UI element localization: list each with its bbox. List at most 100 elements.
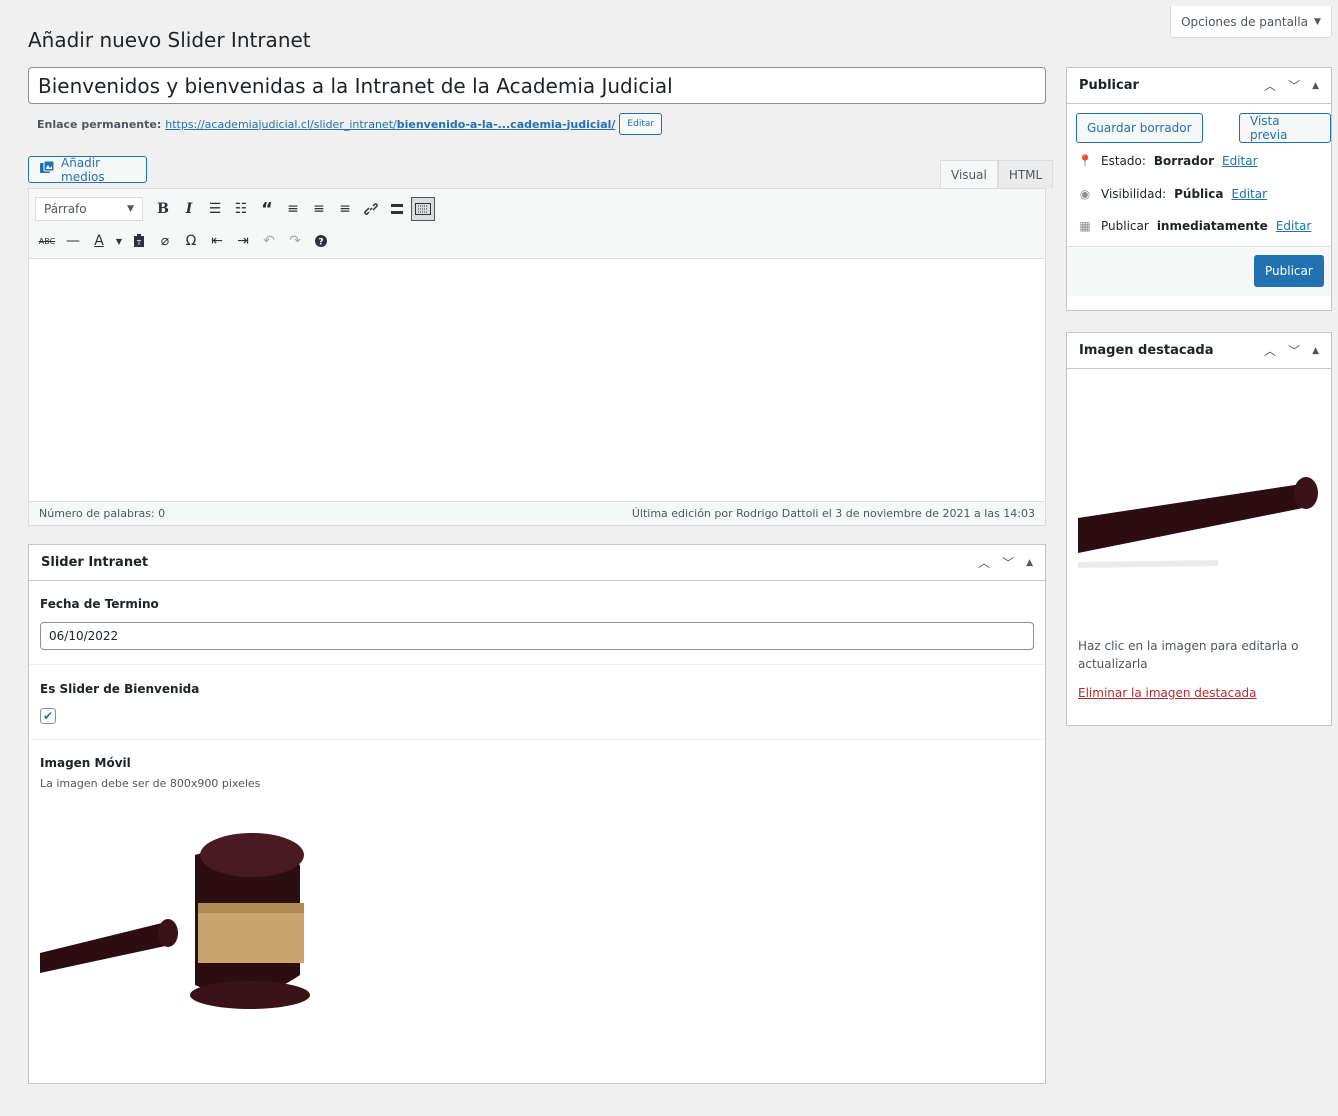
indent-icon[interactable]: ⇥	[231, 229, 255, 253]
permalink-label: Enlace permanente:	[37, 117, 162, 131]
toggle-panel-icon[interactable]: ▲	[1312, 346, 1319, 356]
toggle-panel-icon[interactable]: ▲	[1312, 81, 1319, 91]
screen-options-button[interactable]: Opciones de pantalla ▼	[1170, 6, 1332, 38]
page-title: Añadir nuevo Slider Intranet	[28, 28, 311, 52]
status-row: 📍 Estado: Borrador Editar	[1077, 154, 1258, 168]
svg-text:?: ?	[318, 238, 323, 248]
caret-down-icon[interactable]: ▼	[113, 229, 125, 253]
toggle-panel-icon[interactable]: ▲	[1026, 558, 1033, 568]
editor-tabs: Visual HTML	[940, 160, 1054, 188]
format-select[interactable]: Párrafo ▼	[35, 197, 143, 221]
move-down-icon[interactable]: ﹀	[1002, 554, 1014, 571]
screen-options-label: Opciones de pantalla	[1181, 14, 1308, 29]
box-handles: ︿ ﹀ ▲	[1264, 342, 1319, 359]
align-right-icon[interactable]: ≡	[333, 197, 357, 221]
box-handles: ︿ ﹀ ▲	[1264, 77, 1319, 94]
move-up-icon[interactable]: ︿	[1264, 342, 1276, 359]
visibility-label: Visibilidad:	[1101, 187, 1167, 201]
link-icon[interactable]	[359, 197, 383, 221]
permalink-prefix: https://academiajudicial.cl/slider_intra…	[165, 117, 397, 131]
toolbar-row-2: ABC — A ▼ T ⌀ Ω ⇤ ⇥ ↶ ↷ ?	[35, 228, 333, 254]
tab-visual[interactable]: Visual	[940, 160, 998, 188]
mobile-image-gavel[interactable]	[40, 825, 328, 1021]
toolbar-toggle-icon[interactable]	[411, 197, 435, 221]
featured-image-help: Haz clic en la imagen para editarla o ac…	[1078, 639, 1299, 671]
add-media-button[interactable]: Añadir medios	[28, 155, 147, 184]
calendar-icon: ▦	[1079, 219, 1091, 233]
permalink-edit-button[interactable]: Editar	[619, 113, 663, 135]
eye-icon: ◉	[1079, 187, 1091, 201]
visibility-value: Pública	[1174, 187, 1224, 201]
bullet-list-icon[interactable]: ☰	[203, 197, 227, 221]
last-edit: Última edición por Rodrigo Dattoli el 3 …	[631, 507, 1035, 520]
text-color-icon[interactable]: A	[87, 229, 111, 253]
blockquote-icon[interactable]: “	[255, 197, 279, 221]
numbered-list-icon[interactable]: ☷	[229, 197, 253, 221]
remove-featured-image-link[interactable]: Eliminar la imagen destacada	[1078, 686, 1257, 700]
featured-image-box: Imagen destacada ︿ ﹀ ▲ Haz clic en la im…	[1066, 332, 1332, 726]
svg-text:T: T	[136, 239, 142, 247]
schedule-value: inmediatamente	[1156, 219, 1268, 233]
toolbar-row-1: Párrafo ▼ B I ☰ ☷ “ ≡ ≡ ≡	[35, 196, 435, 222]
redo-icon[interactable]: ↷	[283, 229, 307, 253]
strikethrough-icon[interactable]: ABC	[35, 229, 59, 253]
move-up-icon[interactable]: ︿	[978, 554, 990, 571]
featured-image-header: Imagen destacada ︿ ﹀ ▲	[1067, 333, 1331, 369]
outdent-icon[interactable]: ⇤	[205, 229, 229, 253]
pin-icon: 📍	[1077, 154, 1093, 168]
divider	[29, 664, 1045, 665]
move-down-icon[interactable]: ﹀	[1288, 342, 1300, 359]
italic-icon[interactable]: I	[177, 197, 201, 221]
end-date-input[interactable]: 06/10/2022	[40, 622, 1034, 650]
permalink-slug: bienvenido-a-la-...cademia-judicial/	[396, 117, 616, 131]
welcome-slider-label: Es Slider de Bienvenida	[40, 682, 200, 696]
schedule-edit-link[interactable]: Editar	[1276, 219, 1312, 233]
status-edit-link[interactable]: Editar	[1222, 154, 1258, 168]
preview-button[interactable]: Vista previa	[1239, 113, 1331, 143]
content-editor: Párrafo ▼ B I ☰ ☷ “ ≡ ≡ ≡ ABC — A ▼ T ⌀ …	[28, 188, 1046, 526]
paste-text-icon[interactable]: T	[127, 229, 151, 253]
editor-body[interactable]	[29, 259, 1045, 501]
caret-down-icon: ▼	[127, 204, 134, 214]
featured-image-preview[interactable]	[1077, 403, 1322, 603]
add-media-label: Añadir medios	[61, 155, 105, 184]
mobile-image-help: La imagen debe ser de 800x900 pixeles	[40, 777, 261, 790]
publish-button[interactable]: Publicar	[1254, 255, 1324, 287]
align-left-icon[interactable]: ≡	[281, 197, 305, 221]
permalink-link[interactable]: https://academiajudicial.cl/slider_intra…	[165, 118, 615, 131]
help-icon[interactable]: ?	[309, 229, 333, 253]
editor-toolbar: Párrafo ▼ B I ☰ ☷ “ ≡ ≡ ≡ ABC — A ▼ T ⌀ …	[29, 189, 1045, 259]
horizontal-line-icon[interactable]: —	[61, 229, 85, 253]
post-title-input[interactable]: Bienvenidos y bienvenidas a la Intranet …	[28, 67, 1046, 104]
slider-intranet-box: Slider Intranet ︿ ﹀ ▲ Fecha de Termino 0…	[28, 544, 1046, 1084]
word-count: Número de palabras: 0	[39, 507, 166, 520]
end-date-label: Fecha de Termino	[40, 597, 159, 611]
tab-html[interactable]: HTML	[997, 160, 1054, 188]
format-select-value: Párrafo	[44, 202, 87, 216]
special-character-icon[interactable]: Ω	[179, 229, 203, 253]
undo-icon[interactable]: ↶	[257, 229, 281, 253]
visibility-edit-link[interactable]: Editar	[1232, 187, 1268, 201]
move-down-icon[interactable]: ﹀	[1288, 77, 1300, 94]
move-up-icon[interactable]: ︿	[1264, 77, 1276, 94]
read-more-icon[interactable]	[385, 197, 409, 221]
schedule-label: Publicar	[1101, 219, 1149, 233]
caret-down-icon: ▼	[1313, 16, 1321, 27]
publish-box: Publicar ︿ ﹀ ▲ Guardar borrador Vista pr…	[1066, 67, 1332, 311]
media-icon	[39, 160, 55, 179]
clear-formatting-icon[interactable]: ⌀	[153, 229, 177, 253]
featured-image-title: Imagen destacada	[1079, 343, 1214, 358]
bold-icon[interactable]: B	[151, 197, 175, 221]
checkmark-icon: ✔	[42, 709, 54, 723]
box-handles: ︿ ﹀ ▲	[978, 554, 1033, 571]
publish-title: Publicar	[1079, 78, 1139, 93]
align-center-icon[interactable]: ≡	[307, 197, 331, 221]
welcome-slider-checkbox[interactable]: ✔	[40, 708, 56, 724]
divider	[29, 739, 1045, 740]
status-value: Borrador	[1153, 154, 1214, 168]
visibility-row: ◉ Visibilidad: Pública Editar	[1077, 187, 1267, 201]
slider-intranet-title: Slider Intranet	[41, 555, 149, 570]
schedule-row: ▦ Publicar inmediatamente Editar	[1077, 219, 1311, 233]
save-draft-button[interactable]: Guardar borrador	[1076, 113, 1203, 143]
slider-intranet-header: Slider Intranet ︿ ﹀ ▲	[29, 545, 1045, 581]
